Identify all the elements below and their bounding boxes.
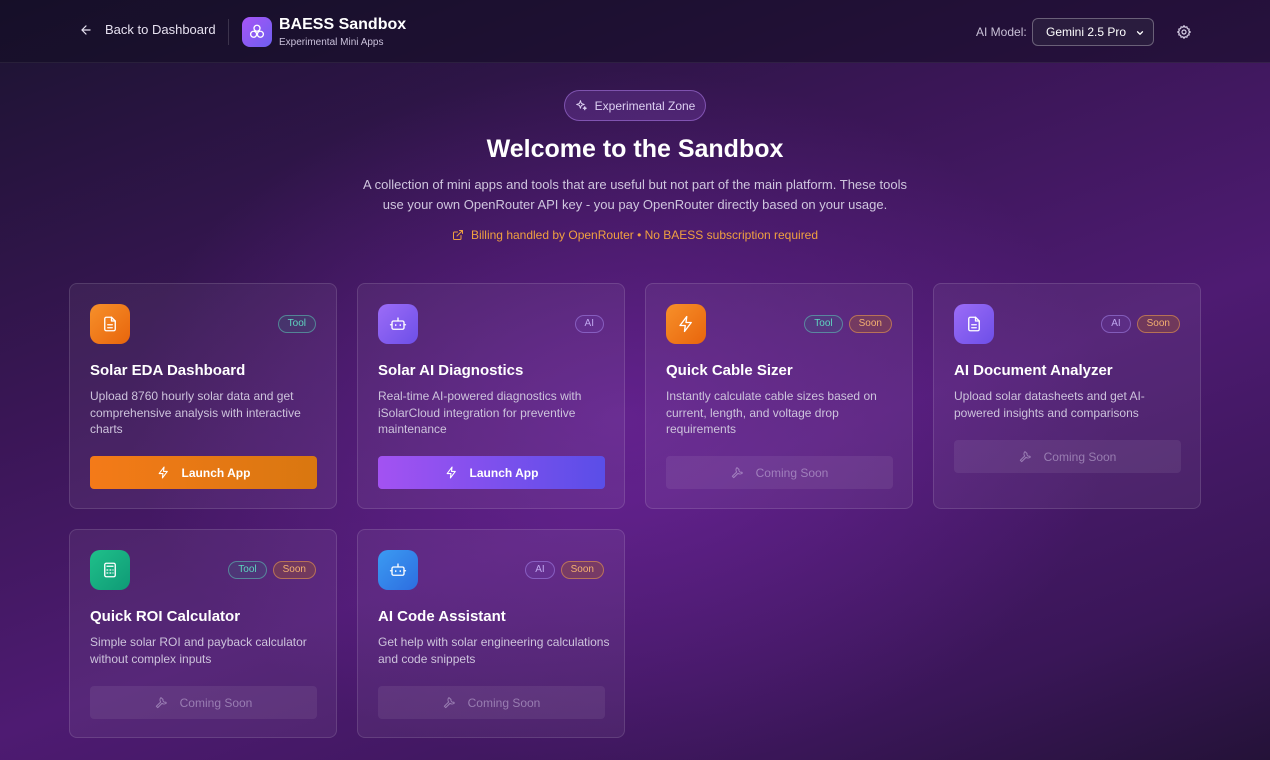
wrench-icon xyxy=(1019,451,1031,463)
tag-ai: AI xyxy=(525,561,555,579)
card-title: Quick ROI Calculator xyxy=(90,608,241,625)
ai-model-label: AI Model: xyxy=(976,25,1027,39)
calculator-icon xyxy=(90,550,130,590)
app-card-solar-eda: Tool Solar EDA Dashboard Upload 8760 hou… xyxy=(69,283,337,509)
card-title: AI Document Analyzer xyxy=(954,362,1113,379)
coming-soon-button: Coming Soon xyxy=(666,456,893,489)
coming-soon-button: Coming Soon xyxy=(954,440,1181,473)
app-card-ai-code-assistant: AI Soon AI Code Assistant Get help with … xyxy=(357,529,625,738)
experimental-zone-label: Experimental Zone xyxy=(594,98,696,113)
wrench-icon xyxy=(443,697,455,709)
app-card-solar-ai-diagnostics: AI Solar AI Diagnostics Real-time AI-pow… xyxy=(357,283,625,509)
app-card-quick-cable-sizer: Tool Soon Quick Cable Sizer Instantly ca… xyxy=(645,283,913,509)
card-description: Simple solar ROI and payback calculator … xyxy=(90,635,307,666)
tag-soon: Soon xyxy=(560,561,604,579)
billing-note: Billing handled by OpenRouter • No BAESS… xyxy=(0,228,1270,242)
card-title: Quick Cable Sizer xyxy=(666,362,793,379)
tag-soon: Soon xyxy=(272,561,316,579)
card-description: Upload 8760 hourly solar data and get co… xyxy=(90,389,301,436)
billing-note-text: Billing handled by OpenRouter • No BAESS… xyxy=(470,228,819,242)
brand-title: BAESS Sandbox xyxy=(279,16,407,33)
app-card-ai-document-analyzer: AI Soon AI Document Analyzer Upload sola… xyxy=(933,283,1201,509)
launch-app-label: Launch App xyxy=(181,465,251,480)
card-title: Solar AI Diagnostics xyxy=(378,362,524,379)
document-icon xyxy=(954,304,994,344)
bot-icon xyxy=(378,304,418,344)
tag-ai: AI xyxy=(1101,315,1131,333)
card-title: Solar EDA Dashboard xyxy=(90,362,246,379)
launch-app-button[interactable]: Launch App xyxy=(90,456,317,489)
ai-model-select[interactable]: Gemini 2.5 Pro xyxy=(1032,18,1154,46)
arrow-left-icon xyxy=(81,24,91,35)
wrench-icon xyxy=(731,467,743,479)
card-tags: AI Soon xyxy=(1101,315,1180,333)
bot-icon xyxy=(378,550,418,590)
card-description: Upload solar datasheets and get AI-power… xyxy=(954,389,1145,420)
zap-icon xyxy=(158,466,168,479)
chevron-down-icon xyxy=(1136,31,1144,35)
zap-icon xyxy=(666,304,706,344)
card-description: Real-time AI-powered diagnostics with iS… xyxy=(378,389,582,436)
tag-tool: Tool xyxy=(804,315,843,333)
page-description: A collection of mini apps and tools that… xyxy=(363,177,907,212)
coming-soon-button: Coming Soon xyxy=(378,686,605,719)
external-link-icon xyxy=(452,230,463,240)
back-label: Back to Dashboard xyxy=(105,22,216,37)
launch-app-label: Launch App xyxy=(469,465,539,480)
gear-icon[interactable] xyxy=(1176,24,1192,40)
coming-soon-label: Coming Soon xyxy=(1043,449,1117,464)
top-header: Back to Dashboard BAESS Sandbox Experime… xyxy=(0,0,1270,63)
experimental-zone-badge: Experimental Zone xyxy=(564,90,706,121)
tag-ai: AI xyxy=(574,315,604,333)
coming-soon-label: Coming Soon xyxy=(467,695,541,710)
card-description: Instantly calculate cable sizes based on… xyxy=(666,389,877,436)
tag-soon: Soon xyxy=(1136,315,1180,333)
header-divider xyxy=(228,19,229,45)
tag-soon: Soon xyxy=(848,315,892,333)
sparkles-icon xyxy=(575,100,587,111)
coming-soon-label: Coming Soon xyxy=(755,465,829,480)
card-title: AI Code Assistant xyxy=(378,608,506,625)
document-icon xyxy=(90,304,130,344)
zap-icon xyxy=(446,466,456,479)
brand-subtitle: Experimental Mini Apps xyxy=(279,37,384,48)
wrench-icon xyxy=(155,697,167,709)
coming-soon-label: Coming Soon xyxy=(179,695,253,710)
card-tags: AI xyxy=(574,315,604,333)
brand-logo-icon xyxy=(242,17,272,47)
launch-app-button[interactable]: Launch App xyxy=(378,456,605,489)
card-description: Get help with solar engineering calculat… xyxy=(378,635,610,666)
card-tags: Tool Soon xyxy=(804,315,892,333)
app-card-quick-roi-calculator: Tool Soon Quick ROI Calculator Simple so… xyxy=(69,529,337,738)
ai-model-value: Gemini 2.5 Pro xyxy=(1046,25,1127,39)
page-title: Welcome to the Sandbox xyxy=(486,135,784,163)
tag-tool: Tool xyxy=(228,561,267,579)
card-tags: Tool xyxy=(277,315,316,333)
card-tags: Tool Soon xyxy=(228,561,316,579)
card-tags: AI Soon xyxy=(525,561,604,579)
coming-soon-button: Coming Soon xyxy=(90,686,317,719)
tag-tool: Tool xyxy=(277,315,316,333)
back-to-dashboard-link[interactable]: Back to Dashboard xyxy=(79,22,216,37)
